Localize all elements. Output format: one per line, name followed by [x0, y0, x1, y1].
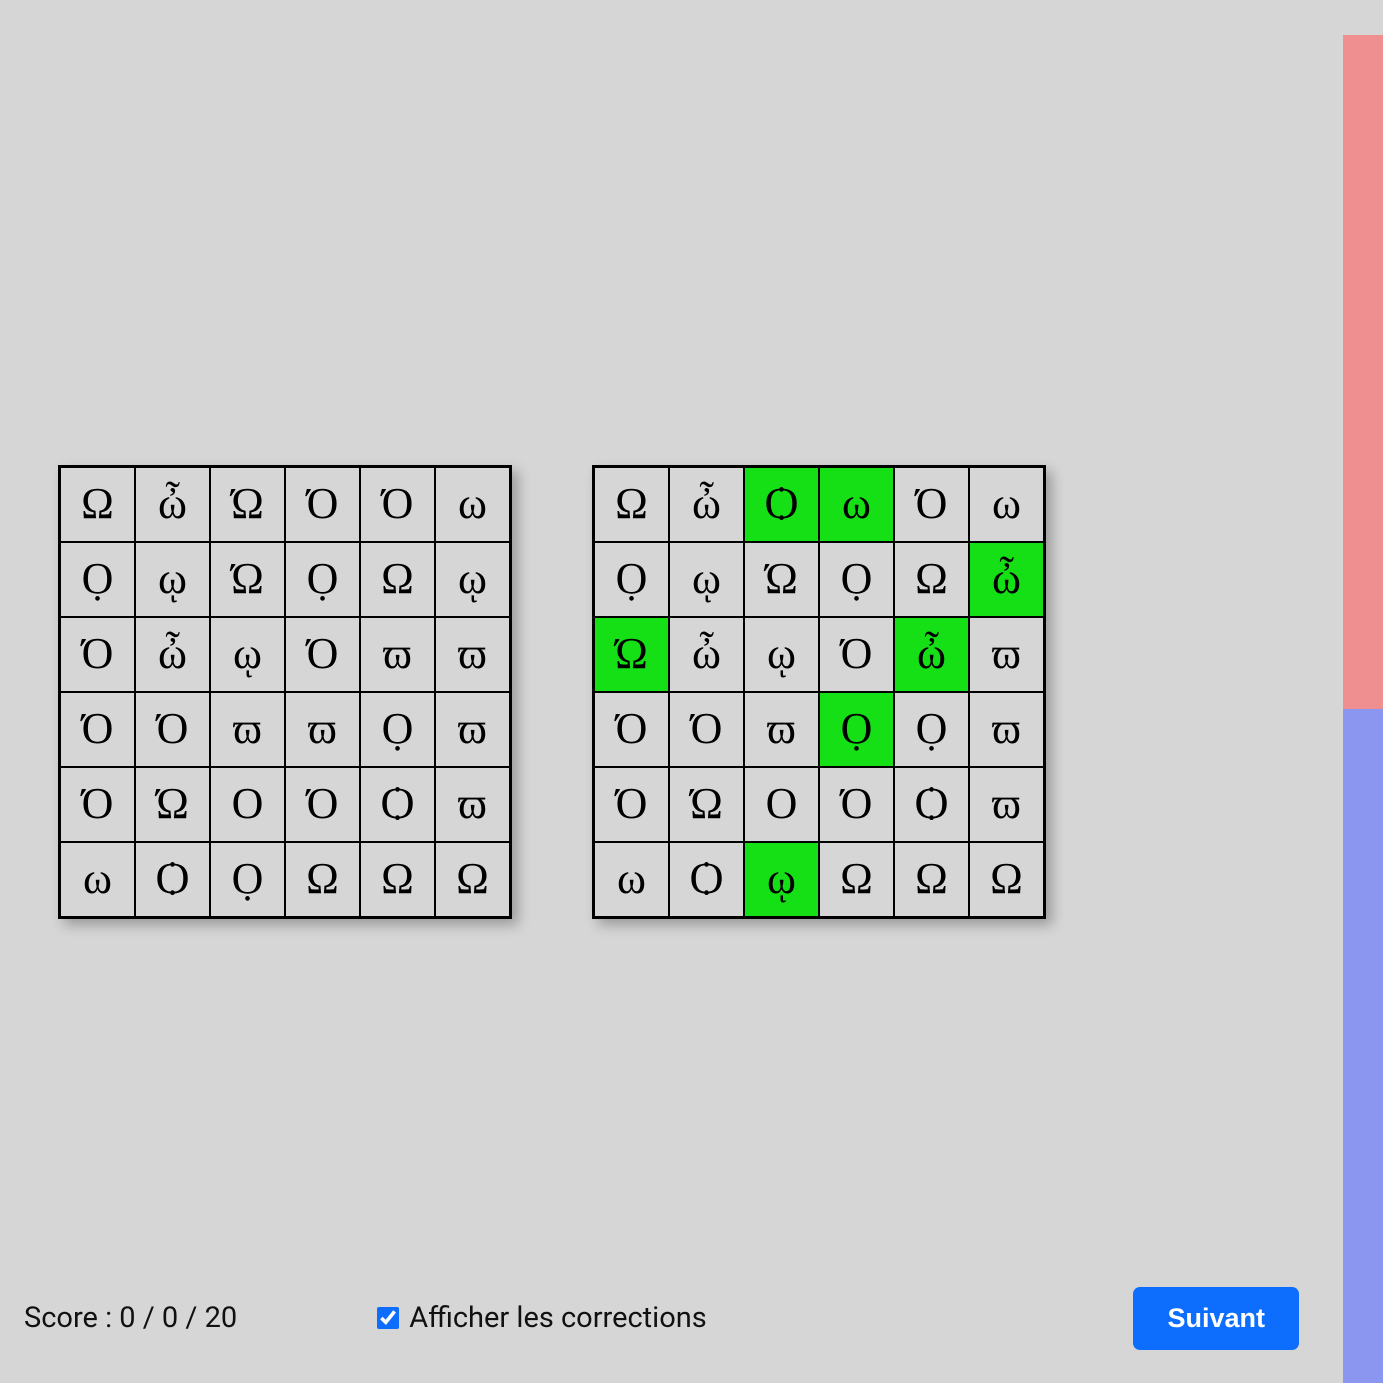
player-cell[interactable]: Ѻ: [670, 843, 743, 916]
reference-cell: Ω: [61, 468, 134, 541]
player-cell[interactable]: ω: [970, 468, 1043, 541]
player-cell[interactable]: Ω: [895, 543, 968, 616]
reference-cell: ω: [436, 468, 509, 541]
player-cell[interactable]: Ω: [895, 843, 968, 916]
reference-cell: Ω: [286, 843, 359, 916]
reference-cell: Ό: [61, 768, 134, 841]
player-grid: ΩὦѺωΌωỌῳΏỌΩὦΏὦῳΌὦϖΌΌϖỌỌϖΌΏΟΌѺϖωѺῳΩΩΩ: [592, 465, 1046, 919]
player-cell[interactable]: ὦ: [670, 618, 743, 691]
reference-cell: ϖ: [436, 768, 509, 841]
reference-cell: ῳ: [436, 543, 509, 616]
reference-cell: Ό: [61, 693, 134, 766]
reference-cell: Ω: [361, 843, 434, 916]
next-button[interactable]: Suivant: [1133, 1287, 1299, 1350]
reference-cell: ῳ: [211, 618, 284, 691]
player-cell[interactable]: Ό: [595, 693, 668, 766]
player-cell[interactable]: Ό: [595, 768, 668, 841]
reference-cell: ϖ: [436, 693, 509, 766]
player-cell[interactable]: Ω: [820, 843, 893, 916]
player-cell[interactable]: Ọ: [820, 693, 893, 766]
reference-cell: Ọ: [211, 843, 284, 916]
grids-container: ΩὦΏΌΌωỌῳΏỌΩῳΌὦῳΌϖϖΌΌϖϖỌϖΌΏΟΌѺϖωѺỌΩΩΩ ΩὦѺ…: [0, 0, 1383, 1383]
timer-bars: [1343, 35, 1383, 1383]
reference-cell: Ό: [286, 468, 359, 541]
reference-cell: ϖ: [361, 618, 434, 691]
corrections-label: Afficher les corrections: [409, 1301, 707, 1335]
player-cell[interactable]: ῳ: [745, 618, 818, 691]
player-cell[interactable]: ῳ: [670, 543, 743, 616]
player-cell[interactable]: Ο: [745, 768, 818, 841]
player-cell[interactable]: Ώ: [670, 768, 743, 841]
player-cell[interactable]: Ώ: [745, 543, 818, 616]
player-cell[interactable]: Ω: [595, 468, 668, 541]
timer-bar-bottom: [1343, 709, 1383, 1383]
corrections-checkbox[interactable]: [377, 1307, 399, 1329]
player-cell[interactable]: Ώ: [595, 618, 668, 691]
player-cell[interactable]: Ѻ: [745, 468, 818, 541]
reference-cell: Ω: [361, 543, 434, 616]
reference-cell: ϖ: [286, 693, 359, 766]
reference-cell: Ọ: [286, 543, 359, 616]
reference-cell: Ώ: [211, 468, 284, 541]
reference-cell: ὦ: [136, 618, 209, 691]
reference-cell: Ό: [286, 768, 359, 841]
player-cell[interactable]: Ω: [970, 843, 1043, 916]
reference-cell: Ω: [436, 843, 509, 916]
player-cell[interactable]: ὦ: [670, 468, 743, 541]
reference-cell: Ọ: [61, 543, 134, 616]
player-cell[interactable]: ω: [595, 843, 668, 916]
player-cell[interactable]: ὦ: [970, 543, 1043, 616]
reference-cell: ω: [61, 843, 134, 916]
player-cell[interactable]: Ọ: [595, 543, 668, 616]
reference-cell: Ѻ: [136, 843, 209, 916]
reference-cell: Ό: [61, 618, 134, 691]
player-cell[interactable]: ϖ: [970, 693, 1043, 766]
timer-bar-top: [1343, 35, 1383, 709]
reference-cell: Ώ: [136, 768, 209, 841]
player-cell[interactable]: ὦ: [895, 618, 968, 691]
corrections-toggle[interactable]: Afficher les corrections: [377, 1301, 1133, 1335]
player-cell[interactable]: Ό: [820, 768, 893, 841]
player-cell[interactable]: ῳ: [745, 843, 818, 916]
player-cell[interactable]: Ѻ: [895, 768, 968, 841]
player-cell[interactable]: Ό: [820, 618, 893, 691]
reference-cell: ϖ: [436, 618, 509, 691]
player-cell[interactable]: Ọ: [895, 693, 968, 766]
reference-cell: Ό: [286, 618, 359, 691]
player-cell[interactable]: ω: [820, 468, 893, 541]
reference-grid: ΩὦΏΌΌωỌῳΏỌΩῳΌὦῳΌϖϖΌΌϖϖỌϖΌΏΟΌѺϖωѺỌΩΩΩ: [58, 465, 512, 919]
reference-cell: ὦ: [136, 468, 209, 541]
reference-cell: Ό: [361, 468, 434, 541]
player-cell[interactable]: ϖ: [970, 768, 1043, 841]
reference-cell: ϖ: [211, 693, 284, 766]
player-cell[interactable]: Ό: [670, 693, 743, 766]
player-cell[interactable]: ϖ: [970, 618, 1043, 691]
reference-cell: Ѻ: [361, 768, 434, 841]
score-label: Score : 0 / 0 / 20: [24, 1301, 237, 1335]
reference-cell: Ọ: [361, 693, 434, 766]
reference-cell: Ώ: [211, 543, 284, 616]
player-cell[interactable]: Ọ: [820, 543, 893, 616]
player-cell[interactable]: ϖ: [745, 693, 818, 766]
footer: Score : 0 / 0 / 20 Afficher les correcti…: [0, 1283, 1323, 1353]
reference-cell: Ο: [211, 768, 284, 841]
stage: ΩὦΏΌΌωỌῳΏỌΩῳΌὦῳΌϖϖΌΌϖϖỌϖΌΏΟΌѺϖωѺỌΩΩΩ ΩὦѺ…: [0, 0, 1383, 1383]
reference-cell: ῳ: [136, 543, 209, 616]
reference-cell: Ό: [136, 693, 209, 766]
player-cell[interactable]: Ό: [895, 468, 968, 541]
